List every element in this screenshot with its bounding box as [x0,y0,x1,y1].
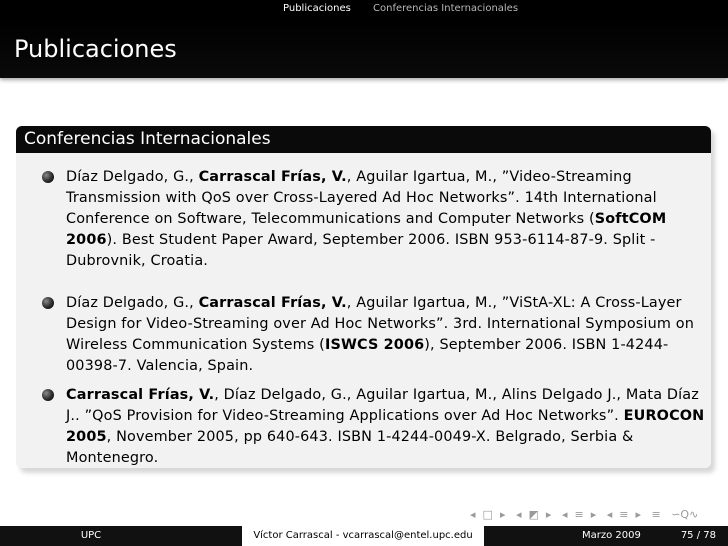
reference-text: Díaz Delgado, G., Carrascal Frías, V., A… [66,295,694,374]
headline-bar: Publicaciones Conferencias Internacional… [0,0,728,18]
bullet-icon [42,297,54,309]
outline-icon[interactable]: ≡ [652,507,661,523]
conference-block: Conferencias Internacionales Díaz Delgad… [16,126,711,468]
reference-segment: Díaz Delgado, G., [66,169,199,185]
frame-icon[interactable]: □ [483,507,493,523]
headline-section-publicaciones[interactable]: Publicaciones [283,0,351,18]
presentation-icon[interactable]: ≡ [619,507,628,523]
presentation-left-icon[interactable]: ◂ [607,507,613,523]
section-right-icon[interactable]: ▸ [591,507,597,523]
footer-bar: UPC Víctor Carrascal - vcarrascal@entel.… [0,526,728,546]
reference-segment: Díaz Delgado, G., [66,295,199,311]
block-title: Conferencias Internacionales [16,126,711,153]
section-left-icon[interactable]: ◂ [562,507,568,523]
footer-date-page: Marzo 2009 75 / 78 [484,526,728,546]
institution-label: UPC [80,530,102,541]
bullet-icon [42,171,54,183]
reference-item-eurocon: Carrascal Frías, V., Díaz Delgado, G., A… [42,385,706,468]
frame-title: Publicaciones [14,35,177,63]
page-number: 75 / 78 [680,530,716,541]
headline-section-conferencias[interactable]: Conferencias Internacionales [365,0,526,18]
reference-item-softcom: Díaz Delgado, G., Carrascal Frías, V., A… [42,167,706,272]
reference-bold-segment: Carrascal Frías, V. [198,169,347,185]
frame-title-bar: Publicaciones [0,18,728,78]
search-icon[interactable]: ∽Q∿ [671,507,698,523]
reference-item-iswcs: Díaz Delgado, G., Carrascal Frías, V., A… [42,293,706,377]
beamer-navigation: ◂ □ ▸ ◂ ◩ ▸ ◂ ≡ ▸ ◂ ≡ ▸ ≡ ∽Q∿ [470,507,720,523]
section-icon[interactable]: ≡ [574,507,583,523]
frame-left-icon[interactable]: ◂ [470,507,476,523]
subsection-icon[interactable]: ◩ [529,507,539,523]
footer-date: Marzo 2009 [582,530,641,541]
presentation-right-icon[interactable]: ▸ [635,507,641,523]
frame-right-icon[interactable]: ▸ [500,507,506,523]
reference-bold-segment: ISWCS 2006 [324,337,425,353]
block-body: Díaz Delgado, G., Carrascal Frías, V., A… [16,153,711,468]
footer-author: Víctor Carrascal - vcarrascal@entel.upc.… [242,526,484,546]
reference-segment: , November 2005, pp 640-643. ISBN 1-4244… [66,429,634,466]
reference-bold-segment: Carrascal Frías, V. [198,295,347,311]
bullet-icon [42,389,54,401]
footer-institution: UPC [0,526,242,546]
subsection-right-icon[interactable]: ▸ [546,507,552,523]
reference-text: Carrascal Frías, V., Díaz Delgado, G., A… [66,387,704,466]
reference-text: Díaz Delgado, G., Carrascal Frías, V., A… [66,169,666,269]
reference-bold-segment: Carrascal Frías, V. [66,387,215,403]
subsection-left-icon[interactable]: ◂ [516,507,522,523]
reference-segment: ). Best Student Paper Award, September 2… [66,232,656,269]
